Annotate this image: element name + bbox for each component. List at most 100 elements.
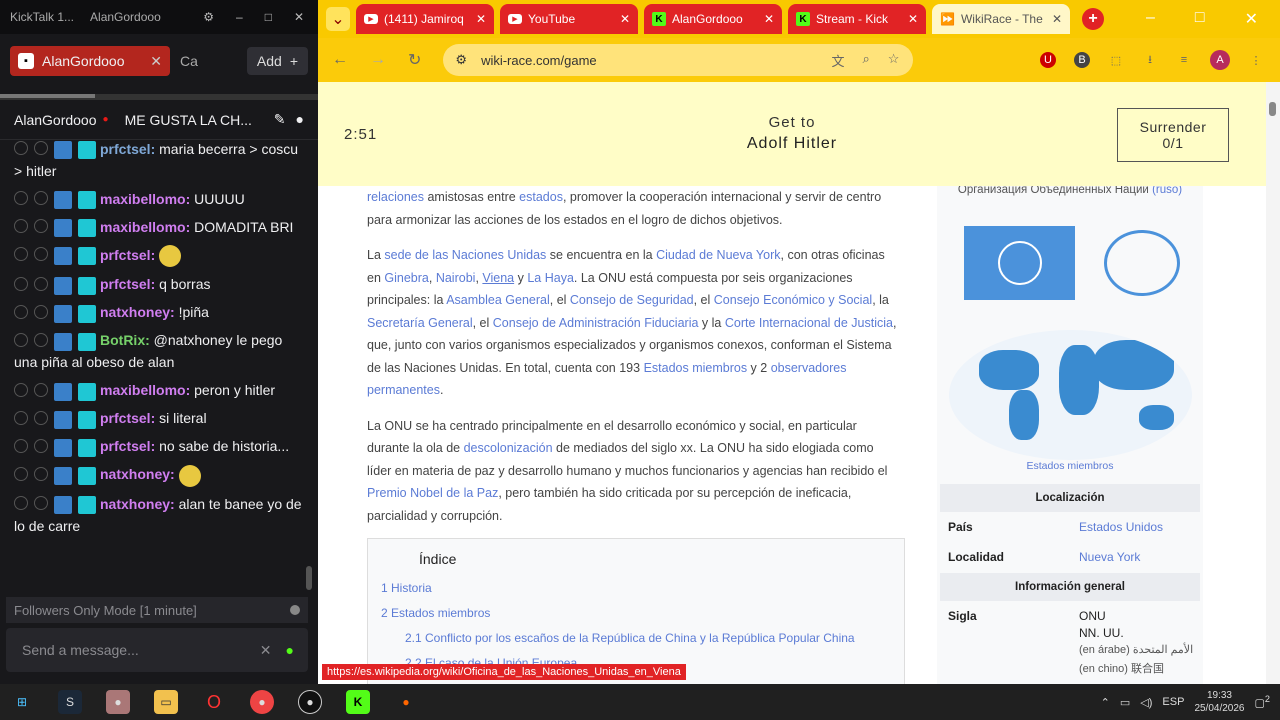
link-descolonizacion[interactable]: descolonización — [464, 441, 553, 455]
chat-username[interactable]: BotRix: — [100, 332, 150, 348]
browser-tab[interactable]: ⏩ WikiRace - The ✕ — [932, 4, 1070, 34]
media-icon[interactable]: ≡ — [1176, 52, 1192, 68]
chat-username[interactable]: prfctsel: — [100, 410, 155, 426]
bookmark-star-icon[interactable]: ☆ — [888, 51, 900, 70]
chrome-icon[interactable]: ● — [250, 690, 274, 714]
browser-tab[interactable]: K Stream - Kick ✕ — [788, 4, 926, 34]
extensions-icon[interactable]: ⬚ — [1108, 52, 1124, 68]
surrender-button[interactable]: Surrender 0/1 — [1117, 108, 1229, 162]
link-nueva-york[interactable]: Ciudad de Nueva York — [656, 248, 780, 262]
steam-icon[interactable]: S — [58, 690, 82, 714]
extension-b-icon[interactable]: B — [1074, 52, 1090, 68]
browser-tab[interactable]: ▶ (1411) Jamiroq ✕ — [356, 4, 494, 34]
link-viena[interactable]: Viena — [482, 271, 514, 285]
chat-tab-second[interactable]: Ca — [180, 53, 198, 69]
message-input[interactable]: Send a message... ✕ ● — [6, 628, 308, 672]
link-la-haya[interactable]: La Haya — [527, 271, 574, 285]
site-info-icon[interactable]: ⚙ — [455, 52, 467, 68]
close-tab-icon[interactable]: ✕ — [476, 12, 486, 26]
chat-username[interactable]: prfctsel: — [100, 247, 155, 263]
windows-start-icon[interactable]: ⊞ — [10, 690, 34, 714]
toc-item[interactable]: 2.1 Conflicto por los escaños de la Repú… — [368, 631, 904, 645]
un-emblem-image[interactable] — [1104, 230, 1180, 296]
zoom-icon[interactable]: ⌕ — [862, 51, 869, 70]
link-consejo-economico[interactable]: Consejo Económico y Social — [714, 293, 872, 307]
member-states-map[interactable] — [949, 330, 1192, 460]
chat-username[interactable]: prfctsel: — [100, 141, 155, 157]
translate-icon[interactable]: 文 — [831, 51, 844, 70]
chat-username[interactable]: prfctsel: — [100, 438, 155, 454]
link-consejo-fiduciaria[interactable]: Consejo de Administración Fiduciaria — [493, 316, 699, 330]
network-icon[interactable]: ▭ — [1120, 696, 1130, 709]
obs-icon[interactable]: ● — [298, 690, 322, 714]
pin-icon[interactable]: ✎ — [274, 111, 286, 128]
back-icon[interactable]: ← — [332, 51, 348, 69]
localidad-link[interactable]: Nueva York — [1079, 550, 1140, 564]
link-asamblea[interactable]: Asamblea General — [446, 293, 550, 307]
chat-username[interactable]: natxhoney: — [100, 466, 175, 482]
close-icon[interactable]: ✕ — [1245, 9, 1258, 29]
chevron-up-icon[interactable]: ⌃ — [1101, 696, 1110, 709]
tab-scrollbar[interactable] — [0, 94, 318, 100]
add-chat-button[interactable]: Add + — [246, 47, 308, 75]
link-secretaria[interactable]: Secretaría General — [367, 316, 473, 330]
minimize-icon[interactable]: – — [236, 10, 243, 24]
close-tab-icon[interactable]: ✕ — [620, 12, 630, 26]
close-tab-icon[interactable]: ✕ — [908, 12, 918, 26]
download-icon[interactable]: ⭳ — [1142, 52, 1158, 68]
link-estados-miembros[interactable]: Estados miembros — [644, 361, 748, 375]
reload-icon[interactable]: ↻ — [408, 50, 421, 70]
profile-avatar[interactable]: A — [1210, 50, 1230, 70]
notification-icon[interactable]: ▢2 — [1255, 694, 1271, 710]
chat-username[interactable]: maxibellomo: — [100, 191, 190, 207]
pais-link[interactable]: Estados Unidos — [1079, 520, 1163, 534]
chat-username[interactable]: natxhoney: — [100, 496, 175, 512]
close-tab-icon[interactable]: ✕ — [764, 12, 774, 26]
ublock-icon[interactable]: U — [1040, 52, 1056, 68]
un-flag-image[interactable] — [964, 226, 1075, 300]
translate-icon[interactable]: ✕ — [260, 642, 272, 659]
link-nairobi[interactable]: Nairobi — [436, 271, 476, 285]
link-estados[interactable]: estados — [519, 190, 563, 204]
minimize-icon[interactable]: – — [1146, 9, 1155, 29]
browser-tab[interactable]: K AlanGordooo ✕ — [644, 4, 782, 34]
opera-icon[interactable]: O — [202, 690, 226, 714]
info-icon[interactable] — [290, 605, 300, 615]
link-consejo-seguridad[interactable]: Consejo de Seguridad — [570, 293, 694, 307]
chat-tab-alangordooo[interactable]: ▪ AlanGordooo ✕ — [10, 46, 170, 76]
microphone-icon[interactable]: ● — [394, 690, 418, 714]
close-tab-icon[interactable]: ✕ — [1052, 12, 1062, 26]
clock[interactable]: 19:33 25/04/2026 — [1194, 689, 1244, 715]
address-bar[interactable]: ⚙ wiki-race.com/game 文 ⌕ ☆ — [443, 44, 914, 76]
language-indicator[interactable]: ESP — [1162, 696, 1184, 708]
file-explorer-icon[interactable]: ▭ — [154, 690, 178, 714]
toc-item[interactable]: 2 Estados miembros — [368, 606, 904, 620]
maximize-icon[interactable]: □ — [1195, 9, 1205, 29]
app-icon[interactable]: ● — [106, 690, 130, 714]
toc-item[interactable]: 1 Historia — [368, 581, 904, 595]
maximize-icon[interactable]: □ — [265, 10, 272, 24]
link-nobel[interactable]: Premio Nobel de la Paz — [367, 486, 498, 500]
chat-scrollbar[interactable] — [306, 140, 312, 590]
link-sede[interactable]: sede de las Naciones Unidas — [384, 248, 546, 262]
browser-tab[interactable]: ▶ YouTube ✕ — [500, 4, 638, 34]
page-scrollbar[interactable] — [1266, 82, 1280, 684]
kick-icon[interactable]: K — [346, 690, 370, 714]
emote-icon[interactable]: ● — [286, 642, 294, 659]
link-relaciones[interactable]: relaciones — [367, 190, 424, 204]
chat-username[interactable]: maxibellomo: — [100, 219, 190, 235]
forward-icon[interactable]: → — [370, 51, 386, 69]
chat-username[interactable]: maxibellomo: — [100, 382, 190, 398]
new-tab-icon[interactable]: + — [1082, 8, 1104, 30]
map-caption[interactable]: Estados miembros — [937, 460, 1203, 472]
chat-username[interactable]: prfctsel: — [100, 276, 155, 292]
volume-icon[interactable]: ◁) — [1140, 696, 1152, 709]
chat-username[interactable]: natxhoney: — [100, 304, 175, 320]
settings-icon[interactable]: ⚙ — [203, 10, 214, 24]
user-icon[interactable]: ● — [296, 111, 304, 128]
menu-icon[interactable]: ⋮ — [1248, 52, 1264, 68]
tab-search-icon[interactable]: ⌄ — [326, 7, 350, 31]
close-tab-icon[interactable]: ✕ — [150, 53, 162, 70]
link-ginebra[interactable]: Ginebra — [384, 271, 428, 285]
close-icon[interactable]: ✕ — [294, 10, 304, 24]
